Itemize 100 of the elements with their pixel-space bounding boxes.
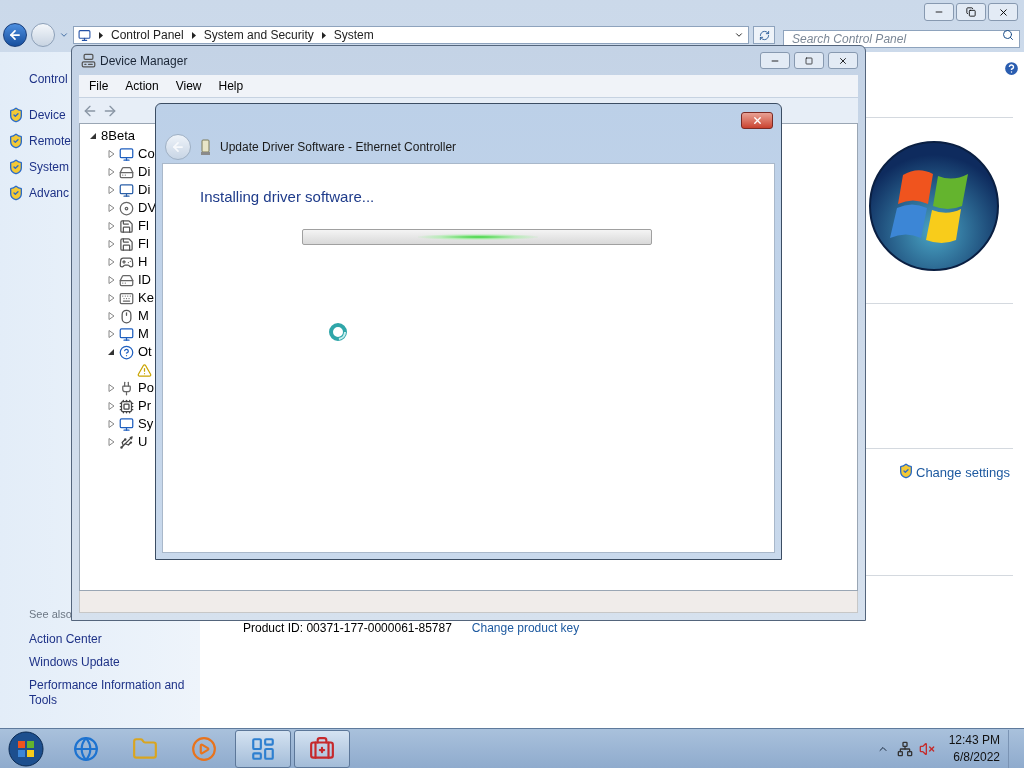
breadcrumb-link[interactable]: System and Security [203, 29, 314, 41]
close-button[interactable] [988, 3, 1018, 21]
change-settings-link[interactable]: Change settings [916, 463, 1010, 483]
menu-item[interactable]: View [175, 77, 202, 95]
collapsed-arrow-icon[interactable] [108, 186, 115, 194]
disc-icon [119, 200, 134, 216]
tree-item[interactable]: Pr [138, 396, 151, 416]
tree-item[interactable]: Po [138, 378, 154, 398]
shield-icon [8, 185, 24, 201]
collapsed-arrow-icon[interactable] [108, 168, 115, 176]
monitor-icon [119, 146, 134, 162]
close-button[interactable] [828, 52, 858, 69]
collapsed-arrow-icon[interactable] [108, 276, 115, 284]
drive-icon [119, 164, 134, 180]
shield-icon [8, 107, 24, 123]
collapsed-arrow-icon[interactable] [108, 222, 115, 230]
collapsed-arrow-icon[interactable] [108, 204, 115, 212]
shield-icon [8, 159, 24, 175]
restore-button[interactable] [956, 3, 986, 21]
menu-item[interactable]: Action [125, 77, 159, 95]
tree-item[interactable]: Sy [138, 414, 154, 434]
tree-item[interactable]: M [138, 306, 149, 326]
shield-icon [898, 463, 914, 479]
collapsed-arrow-icon[interactable] [108, 402, 115, 410]
tree-item[interactable]: 8Beta [101, 126, 135, 146]
clock-time[interactable]: 12:43 PM [948, 731, 1000, 749]
tree-item[interactable]: ID [138, 270, 151, 290]
taskbar-button[interactable] [294, 729, 350, 768]
tree-item[interactable]: M [138, 324, 149, 344]
window-title: Device Manager [100, 52, 188, 70]
see-also-link[interactable]: Performance Information and Tools [29, 678, 192, 708]
tree-item[interactable]: Fl [138, 216, 149, 236]
sidebar-link[interactable]: Device [29, 106, 66, 124]
drive-icon [119, 272, 134, 288]
change-product-key-link[interactable]: Change product key [471, 621, 580, 635]
muted-speaker-icon[interactable] [918, 740, 935, 757]
address-bar[interactable]: Control Panel System and Security System [73, 26, 749, 44]
breadcrumb-arrow-icon[interactable] [321, 31, 326, 39]
sidebar-link[interactable]: System [29, 158, 69, 176]
floppy-icon [119, 218, 134, 234]
tree-item[interactable]: Di [138, 162, 151, 182]
sidebar-heading[interactable]: Control [29, 70, 68, 88]
tree-item[interactable]: Co [138, 144, 155, 164]
clock-date[interactable]: 6/8/2022 [953, 748, 1000, 766]
collapsed-arrow-icon[interactable] [108, 438, 115, 446]
monitor-icon [119, 326, 134, 342]
mouse-icon [119, 308, 134, 324]
tree-item[interactable]: Di [138, 180, 151, 200]
collapsed-arrow-icon[interactable] [108, 420, 115, 428]
back-button[interactable] [3, 23, 27, 47]
see-also-heading: See also [29, 606, 72, 622]
tree-item[interactable]: DV [138, 198, 157, 218]
restore-icon [966, 7, 976, 17]
tree-item[interactable]: Ot [138, 342, 152, 362]
history-dropdown-icon[interactable] [59, 30, 69, 40]
monitor-icon [78, 28, 91, 42]
see-also-link[interactable]: Action Center [29, 632, 192, 647]
breadcrumb-arrow-icon[interactable] [99, 31, 103, 39]
sidebar-link[interactable]: Advanc [29, 184, 70, 202]
question-icon [119, 344, 134, 360]
sidebar-link[interactable]: Remote [29, 132, 72, 150]
collapsed-arrow-icon[interactable] [108, 240, 115, 248]
tree-item[interactable]: H [138, 252, 148, 272]
maximize-icon [805, 56, 813, 65]
collapsed-arrow-icon[interactable] [108, 258, 115, 266]
search-icon [1002, 29, 1014, 41]
breadcrumb-link[interactable]: Control Panel [111, 29, 184, 41]
help-icon[interactable] [1003, 60, 1020, 77]
search-field[interactable]: Search Control Panel [783, 30, 1020, 48]
shield-icon [8, 133, 24, 149]
collapsed-arrow-icon[interactable] [108, 294, 115, 302]
see-also-link[interactable]: Windows Update [29, 655, 192, 670]
taskbar-button[interactable] [235, 729, 291, 768]
collapsed-arrow-icon[interactable] [108, 330, 115, 338]
breadcrumb-arrow-icon[interactable] [191, 31, 196, 39]
tree-item[interactable]: U [138, 432, 148, 452]
expanded-arrow-icon[interactable] [90, 132, 97, 140]
dashboard-icon [250, 735, 276, 762]
globe-icon [73, 735, 99, 762]
plug-icon [119, 380, 134, 396]
collapsed-arrow-icon[interactable] [108, 150, 115, 158]
minimize-button[interactable] [760, 52, 790, 69]
tree-item[interactable]: Fl [138, 234, 149, 254]
refresh-button[interactable] [753, 26, 775, 44]
tree-item[interactable]: Ke [138, 288, 154, 308]
menu-item[interactable]: Help [218, 77, 244, 95]
collapsed-arrow-icon[interactable] [108, 384, 115, 392]
warning-icon [137, 362, 152, 378]
start-button[interactable] [8, 730, 44, 767]
network-adapter-icon [201, 139, 210, 155]
breadcrumb-link[interactable]: System [333, 29, 374, 41]
close-button[interactable] [741, 112, 773, 129]
gamepad-icon [119, 254, 134, 270]
menu-item[interactable]: File [89, 77, 109, 95]
dropdown-icon[interactable] [734, 30, 744, 40]
computer-icon [81, 53, 96, 68]
network-icon[interactable] [896, 740, 913, 757]
expanded-arrow-icon[interactable] [108, 348, 115, 356]
play-icon [191, 735, 217, 762]
collapsed-arrow-icon[interactable] [108, 312, 115, 320]
